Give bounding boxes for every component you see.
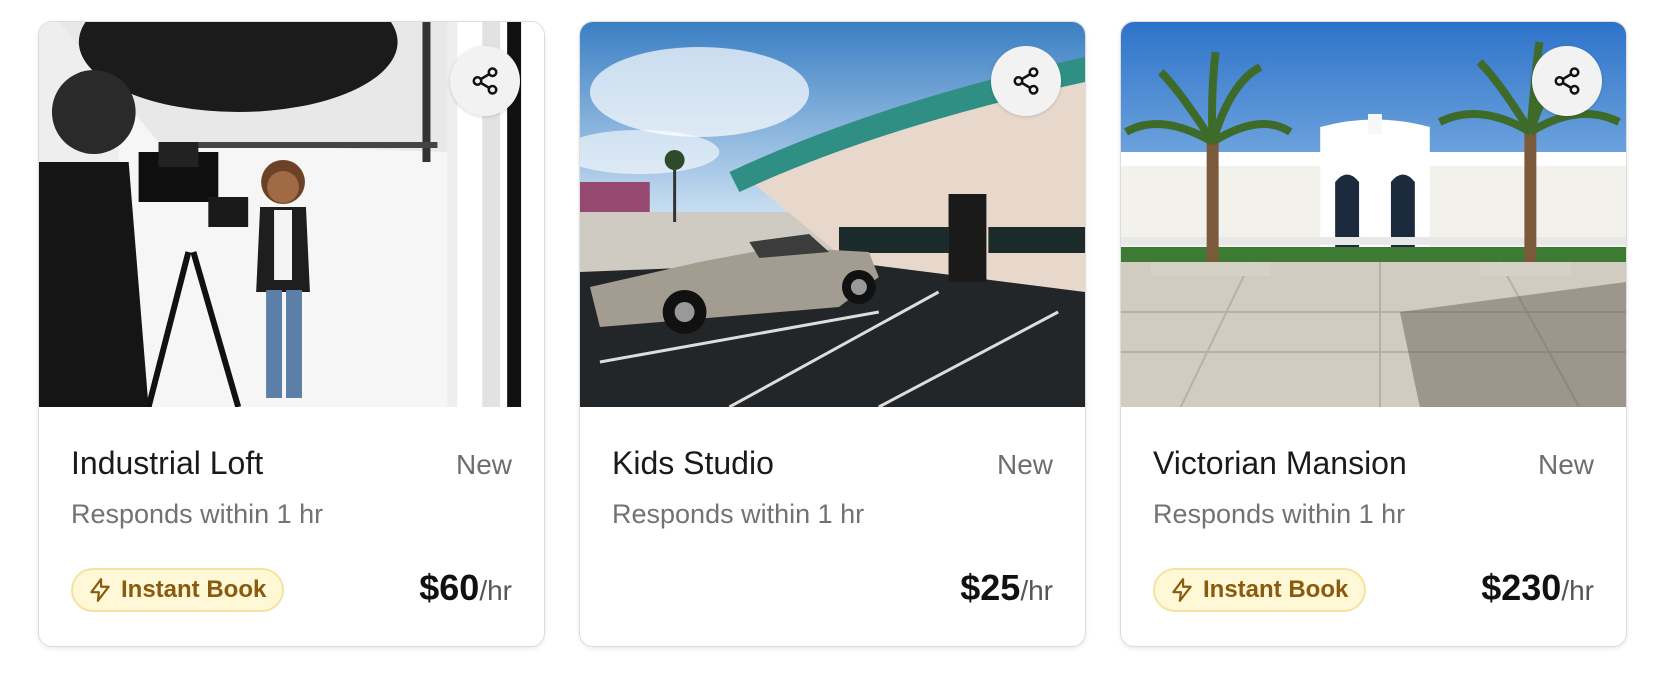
share-icon xyxy=(1013,67,1039,95)
listing-card-industrial-loft[interactable]: Industrial Loft New Responds within 1 hr… xyxy=(38,21,545,647)
listing-photo[interactable] xyxy=(580,22,1085,407)
price: $60 /hr xyxy=(419,567,512,609)
response-time: Responds within 1 hr xyxy=(71,499,324,529)
new-badge: New xyxy=(1537,449,1594,480)
listing-info: Industrial Loft New Responds within 1 hr… xyxy=(39,407,544,646)
listing-card-victorian-mansion[interactable]: Victorian Mansion New Responds within 1 … xyxy=(1120,21,1627,647)
price-unit: /hr xyxy=(1020,575,1053,606)
share-button[interactable] xyxy=(450,46,520,116)
listing-photo[interactable] xyxy=(1121,22,1626,407)
listing-title[interactable]: Kids Studio xyxy=(612,445,774,482)
new-badge: New xyxy=(455,449,512,480)
listing-title[interactable]: Industrial Loft xyxy=(71,445,263,482)
price-amount: $25 xyxy=(960,567,1021,608)
share-button[interactable] xyxy=(1532,46,1602,116)
lightning-icon xyxy=(90,578,110,602)
share-icon xyxy=(472,67,498,95)
price-unit: /hr xyxy=(479,575,512,606)
price: $25 /hr xyxy=(960,567,1053,609)
response-time: Responds within 1 hr xyxy=(1153,499,1406,529)
listing-info: Kids Studio New Responds within 1 hr $25… xyxy=(580,407,1085,646)
listing-info: Victorian Mansion New Responds within 1 … xyxy=(1121,407,1626,646)
response-time: Responds within 1 hr xyxy=(612,499,865,529)
new-badge: New xyxy=(996,449,1053,480)
share-icon xyxy=(1554,67,1580,95)
instant-book-label: Instant Book xyxy=(121,576,267,603)
instant-book-label: Instant Book xyxy=(1203,576,1349,603)
price-unit: /hr xyxy=(1561,575,1594,606)
price-amount: $60 xyxy=(419,567,480,608)
price-amount: $230 xyxy=(1481,567,1562,608)
listing-title[interactable]: Victorian Mansion xyxy=(1153,445,1407,482)
instant-book-badge: Instant Book xyxy=(71,568,285,612)
share-button[interactable] xyxy=(991,46,1061,116)
listing-grid: Industrial Loft New Responds within 1 hr… xyxy=(38,21,1627,647)
instant-book-badge: Instant Book xyxy=(1153,568,1367,612)
lightning-icon xyxy=(1172,578,1192,602)
listing-card-kids-studio[interactable]: Kids Studio New Responds within 1 hr $25… xyxy=(579,21,1086,647)
listing-photo[interactable] xyxy=(39,22,544,407)
price: $230 /hr xyxy=(1481,567,1594,609)
